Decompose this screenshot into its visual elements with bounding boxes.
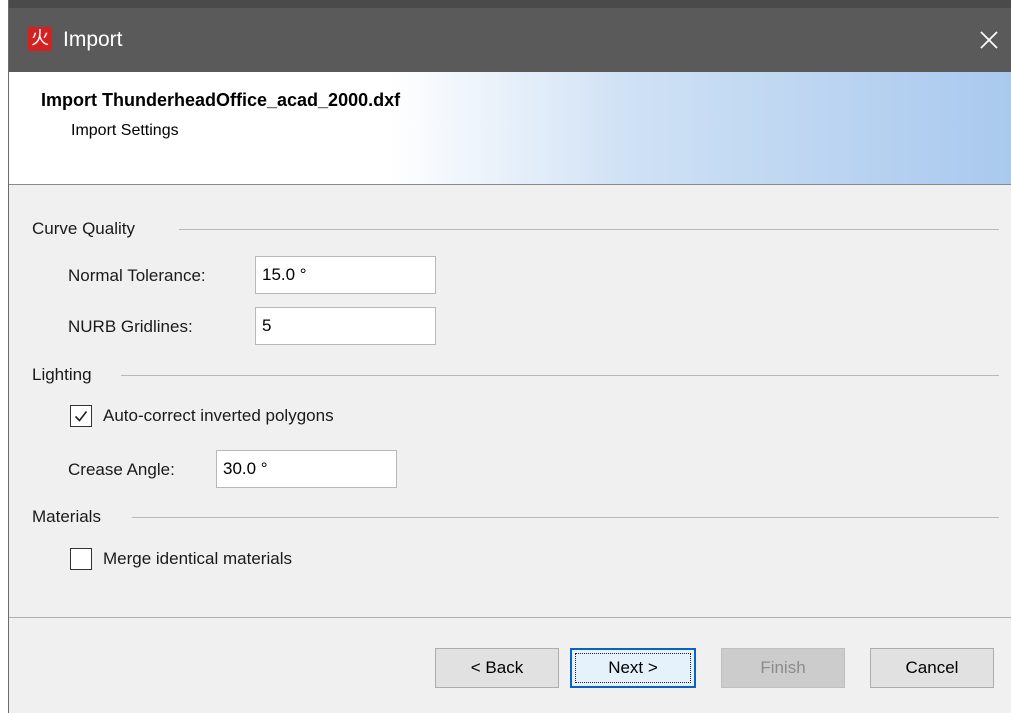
next-button[interactable]: Next > bbox=[570, 648, 696, 688]
section-curve-quality: Curve Quality bbox=[32, 219, 135, 238]
button-bar-divider bbox=[9, 617, 1011, 618]
wizard-title: Import ThunderheadOffice_acad_2000.dxf bbox=[41, 90, 401, 110]
title-bar: 火 Import bbox=[9, 0, 1011, 72]
normal-tolerance-label: Normal Tolerance: bbox=[68, 266, 206, 285]
auto-correct-label[interactable]: Auto-correct inverted polygons bbox=[103, 406, 334, 426]
window-title: Import bbox=[63, 28, 123, 51]
cancel-button[interactable]: Cancel bbox=[870, 648, 994, 688]
normal-tolerance-input[interactable]: 15.0 ° bbox=[255, 256, 436, 294]
auto-correct-checkbox[interactable] bbox=[70, 405, 92, 427]
section-lighting: Lighting bbox=[32, 365, 92, 384]
checkmark-icon bbox=[74, 411, 88, 422]
import-dialog: 火 Import Import ThunderheadOffice_acad_2… bbox=[8, 0, 1011, 713]
back-button[interactable]: < Back bbox=[435, 648, 559, 688]
focus-ring bbox=[575, 653, 691, 683]
merge-materials-label[interactable]: Merge identical materials bbox=[103, 549, 292, 569]
section-divider bbox=[121, 375, 999, 376]
close-icon bbox=[980, 31, 998, 49]
crease-angle-label: Crease Angle: bbox=[68, 460, 175, 479]
section-materials: Materials bbox=[32, 507, 101, 526]
nurb-gridlines-label: NURB Gridlines: bbox=[68, 317, 193, 336]
nurb-gridlines-input[interactable]: 5 bbox=[255, 307, 436, 345]
wizard-header: Import ThunderheadOffice_acad_2000.dxf I… bbox=[9, 72, 1011, 185]
section-divider bbox=[132, 517, 999, 518]
crease-angle-input[interactable]: 30.0 ° bbox=[216, 450, 397, 488]
merge-materials-checkbox[interactable] bbox=[70, 548, 92, 570]
section-divider bbox=[179, 229, 999, 230]
app-icon-glyph: 火 bbox=[31, 28, 49, 49]
finish-button[interactable]: Finish bbox=[721, 648, 845, 688]
close-button[interactable] bbox=[966, 8, 1011, 72]
app-icon: 火 bbox=[28, 27, 52, 51]
wizard-subtitle: Import Settings bbox=[71, 122, 179, 139]
